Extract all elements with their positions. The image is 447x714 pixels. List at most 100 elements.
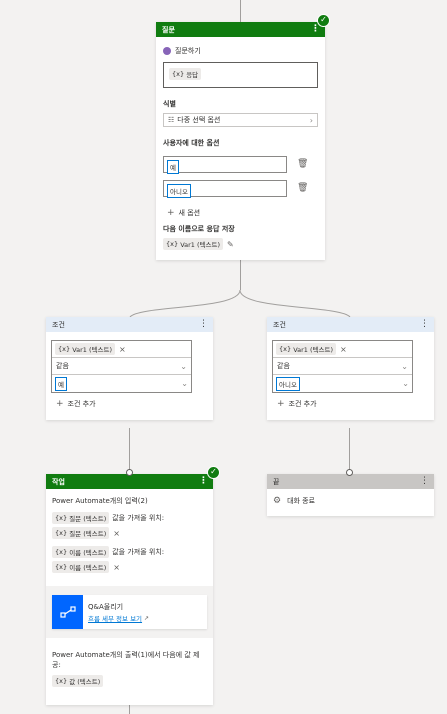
more-options-icon[interactable]: ⋮ (420, 320, 429, 329)
end-label: 대화 종료 (287, 497, 316, 505)
input1-tag: {x} 질문 (텍스트) (52, 512, 110, 524)
prompt-var-tag: {x} 응답 (169, 68, 202, 80)
end-conversation-row: ⚙ 대화 종료 (273, 496, 315, 506)
add-condition-button[interactable]: + 조건 추가 (277, 399, 317, 409)
value-dropdown[interactable]: 아니오 ⌄ (273, 375, 412, 392)
operator-value: 같음 (56, 362, 69, 370)
pencil-icon[interactable]: ✎ (227, 240, 234, 249)
close-icon[interactable]: × (340, 345, 347, 354)
connector-dot[interactable] (346, 469, 353, 476)
prompt-input[interactable]: {x} 응답 (163, 62, 318, 88)
trash-icon[interactable]: 🗑 (297, 159, 308, 169)
question-icon (163, 47, 171, 55)
identify-value: 다중 선택 옵션 (177, 116, 221, 124)
connector-top (240, 0, 241, 22)
connector-right (349, 428, 350, 472)
end-header[interactable]: 끝 ⋮ (267, 474, 434, 489)
more-options-icon[interactable]: ⋮ (420, 477, 429, 486)
add-icon: + (56, 399, 64, 409)
list-icon: ☷ (168, 116, 175, 124)
success-check-icon: ✓ (207, 466, 220, 479)
new-option-label: 새 옵션 (178, 209, 201, 217)
input1-row: {x} 질문 (텍스트) 값을 가져올 위치: (52, 512, 164, 524)
identify-label: 식별 (163, 100, 176, 108)
option-input-2[interactable]: 아니오 (163, 180, 287, 198)
add-icon: + (167, 208, 175, 218)
operator-value: 같음 (277, 362, 290, 370)
condition-editor-left[interactable]: {x} Var1 (텍스트) × 같음 ⌄ 예 ⌄ (51, 340, 192, 393)
connector-dot[interactable] (126, 469, 133, 476)
close-icon[interactable]: × (113, 563, 120, 572)
add-condition-label: 조건 추가 (288, 400, 317, 408)
power-automate-icon (52, 595, 83, 629)
condition-title: 조건 (273, 320, 286, 329)
save-var-tag[interactable]: {x} Var1 (텍스트) (163, 238, 223, 250)
input2-row: {x} 이름 (텍스트) 값을 가져올 위치: (52, 546, 164, 558)
close-icon[interactable]: × (113, 529, 120, 538)
value-dropdown[interactable]: 예 ⌄ (52, 375, 191, 392)
branch-connector (129, 289, 351, 318)
flow-inputs-label: Power Automate개의 입력(2) (52, 497, 148, 505)
flow-link-text: 흐름 세부 정보 보기 (88, 615, 143, 623)
condition-title: 조건 (52, 320, 65, 329)
chevron-down-icon: ⌄ (401, 361, 408, 371)
condition-header-left[interactable]: 조건 ⋮ (46, 317, 213, 332)
condition-var-tag[interactable]: {x} Var1 (텍스트) (55, 343, 115, 355)
operator-dropdown[interactable]: 같음 ⌄ (52, 358, 191, 375)
close-icon[interactable]: × (119, 345, 126, 354)
output-value-tag[interactable]: {x} 값 (텍스트) (52, 675, 104, 687)
more-options-icon[interactable]: ⋮ (199, 320, 208, 329)
external-link-icon: ↗ (144, 614, 150, 622)
flow-card[interactable]: Q&A올리기 흐름 세부 정보 보기 ↗ (52, 595, 207, 629)
input2-value-tag[interactable]: {x} 이름 (텍스트) (52, 561, 110, 573)
flow-name: Q&A올리기 (88, 603, 124, 611)
end-title: 끝 (273, 477, 280, 486)
save-var-row[interactable]: {x} Var1 (텍스트) ✎ (163, 238, 234, 250)
new-option-button[interactable]: + 새 옵션 (167, 208, 200, 218)
input2-value-row[interactable]: {x} 이름 (텍스트) × (52, 561, 120, 573)
question-title: 질문 (162, 25, 175, 34)
action-node[interactable]: 작업 ⋮ Power Automate개의 입력(2) {x} 질문 (텍스트)… (46, 474, 213, 705)
add-condition-button[interactable]: + 조건 추가 (56, 399, 96, 409)
ask-row: 질문하기 (163, 46, 201, 56)
output-label: Power Automate개의 출력(1)에서 다음에 값 제공: (52, 651, 200, 669)
flow-details-link[interactable]: 흐름 세부 정보 보기 ↗ (88, 613, 150, 624)
condition-header-right[interactable]: 조건 ⋮ (267, 317, 434, 332)
connector-bottom (129, 705, 130, 714)
options-label: 사용자에 대한 옵션 (163, 139, 220, 147)
condition-node-right[interactable]: 조건 ⋮ {x} Var1 (텍스트) × 같음 ⌄ 아니오 ⌄ + 조건 추가 (267, 317, 434, 420)
output-value-row[interactable]: {x} 값 (텍스트) (52, 675, 104, 687)
add-icon: + (277, 399, 285, 409)
more-options-icon[interactable]: ⋮ (311, 25, 320, 34)
action-header[interactable]: 작업 ⋮ (46, 474, 213, 489)
success-check-icon: ✓ (317, 14, 330, 27)
question-node[interactable]: 질문 ⋮ 질문하기 {x} 응답 식별 ☷ 다중 선택 옵션 › 사용자에 대한… (156, 22, 325, 260)
identify-dropdown[interactable]: ☷ 다중 선택 옵션 › (163, 113, 318, 127)
condition-editor-right[interactable]: {x} Var1 (텍스트) × 같음 ⌄ 아니오 ⌄ (272, 340, 413, 393)
gear-icon: ⚙ (273, 496, 282, 506)
chevron-down-icon: ⌄ (402, 379, 409, 388)
condition-value: 아니오 (276, 376, 300, 391)
add-condition-label: 조건 추가 (67, 400, 96, 408)
chevron-right-icon: › (309, 115, 313, 125)
condition-value: 예 (55, 376, 67, 391)
ask-label: 질문하기 (175, 47, 201, 55)
input1-suffix: 값을 가져올 위치: (112, 514, 165, 522)
end-node[interactable]: 끝 ⋮ ⚙ 대화 종료 (267, 474, 434, 516)
operator-dropdown[interactable]: 같음 ⌄ (273, 358, 412, 375)
question-header[interactable]: 질문 ⋮ (156, 22, 325, 37)
option-input-1[interactable]: 예 (163, 156, 287, 174)
trash-icon[interactable]: 🗑 (297, 183, 308, 193)
condition-var-tag[interactable]: {x} Var1 (텍스트) (276, 343, 336, 355)
input1-value-row[interactable]: {x} 질문 (텍스트) × (52, 527, 120, 539)
input2-suffix: 값을 가져올 위치: (112, 548, 165, 556)
more-options-icon[interactable]: ⋮ (199, 477, 208, 486)
connector-left (129, 428, 130, 472)
input1-value-tag[interactable]: {x} 질문 (텍스트) (52, 527, 110, 539)
condition-node-left[interactable]: 조건 ⋮ {x} Var1 (텍스트) × 같음 ⌄ 예 ⌄ + 조건 추가 (46, 317, 213, 420)
action-title: 작업 (52, 477, 65, 486)
chevron-down-icon: ⌄ (180, 361, 187, 371)
chevron-down-icon: ⌄ (181, 379, 188, 388)
option-1-text: 예 (167, 160, 179, 174)
input2-tag: {x} 이름 (텍스트) (52, 546, 110, 558)
